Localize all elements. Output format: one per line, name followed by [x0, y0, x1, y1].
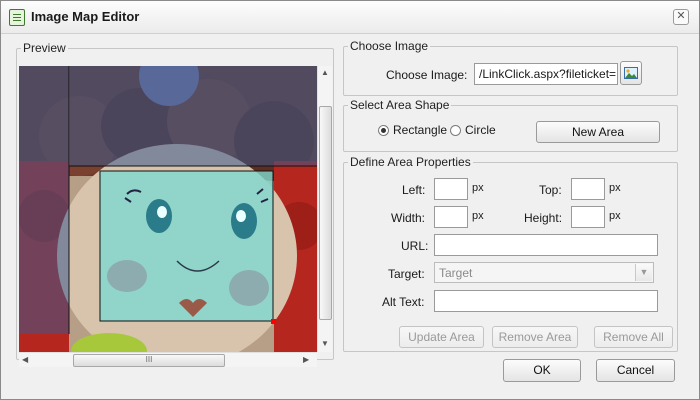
- height-label: Height:: [524, 211, 563, 225]
- close-button[interactable]: ✕: [673, 9, 689, 25]
- title-bar[interactable]: Image Map Editor ✕: [1, 1, 699, 34]
- top-unit: px: [609, 182, 621, 194]
- horizontal-scroll-thumb[interactable]: III: [73, 354, 225, 367]
- new-area-button[interactable]: New Area: [536, 121, 660, 143]
- height-input[interactable]: [571, 206, 605, 228]
- width-label: Width:: [391, 211, 426, 225]
- image-path-input[interactable]: /LinkClick.aspx?fileticket=: [474, 63, 618, 85]
- preview-horizontal-scrollbar[interactable]: ◀ III ▶: [19, 352, 317, 367]
- area-properties-group: Define Area Properties Left: px Top: px …: [343, 155, 678, 352]
- left-unit: px: [472, 182, 484, 194]
- scroll-down-icon[interactable]: ▼: [321, 339, 329, 348]
- alt-text-label: Alt Text:: [382, 295, 425, 309]
- left-label: Left:: [402, 183, 426, 197]
- area-properties-legend: Define Area Properties: [350, 155, 471, 169]
- url-label: URL:: [401, 239, 429, 253]
- target-select-value: Target: [439, 266, 473, 280]
- target-label: Target:: [388, 267, 425, 281]
- target-select: Target ▼: [434, 262, 654, 283]
- preview-canvas[interactable]: [19, 66, 317, 352]
- update-area-button[interactable]: Update Area: [399, 326, 484, 348]
- url-input[interactable]: [434, 234, 658, 256]
- window-title: Image Map Editor: [31, 9, 140, 24]
- rectangle-radio[interactable]: [378, 125, 389, 136]
- area-shape-group: Select Area Shape Rectangle Circle New A…: [343, 98, 678, 152]
- alt-text-input[interactable]: [434, 290, 658, 312]
- width-input[interactable]: [434, 206, 468, 228]
- preview-legend: Preview: [23, 41, 66, 55]
- chevron-down-icon: ▼: [635, 264, 652, 281]
- top-label: Top:: [539, 183, 562, 197]
- vertical-scroll-thumb[interactable]: [319, 106, 332, 320]
- scroll-right-icon[interactable]: ▶: [303, 355, 309, 364]
- circle-radio-label[interactable]: Circle: [465, 123, 496, 137]
- scroll-up-icon[interactable]: ▲: [321, 68, 329, 77]
- editor-window-icon: [9, 9, 25, 26]
- width-unit: px: [472, 210, 484, 222]
- cancel-button[interactable]: Cancel: [596, 359, 675, 382]
- top-input[interactable]: [571, 178, 605, 200]
- image-picker-icon: [624, 67, 638, 79]
- browse-image-button[interactable]: [620, 61, 642, 85]
- area-shape-legend: Select Area Shape: [350, 98, 450, 112]
- left-input[interactable]: [434, 178, 468, 200]
- choose-image-label: Choose Image:: [386, 68, 468, 82]
- preview-group: Preview ▲ ▼ ◀ III ▶: [16, 41, 334, 367]
- circle-radio[interactable]: [450, 125, 461, 136]
- preview-vertical-scrollbar[interactable]: ▲ ▼: [317, 66, 332, 352]
- choose-image-group: Choose Image Choose Image: /LinkClick.as…: [343, 39, 678, 96]
- choose-image-legend: Choose Image: [350, 39, 429, 53]
- image-map-editor-dialog: Image Map Editor ✕ Preview ▲ ▼ ◀ III ▶ C…: [0, 0, 700, 400]
- doll-image: [19, 66, 317, 352]
- scroll-left-icon[interactable]: ◀: [22, 355, 28, 364]
- remove-area-button[interactable]: Remove Area: [492, 326, 578, 348]
- remove-all-button[interactable]: Remove All: [594, 326, 673, 348]
- ok-button[interactable]: OK: [503, 359, 581, 382]
- height-unit: px: [609, 210, 621, 222]
- rectangle-radio-label[interactable]: Rectangle: [393, 123, 447, 137]
